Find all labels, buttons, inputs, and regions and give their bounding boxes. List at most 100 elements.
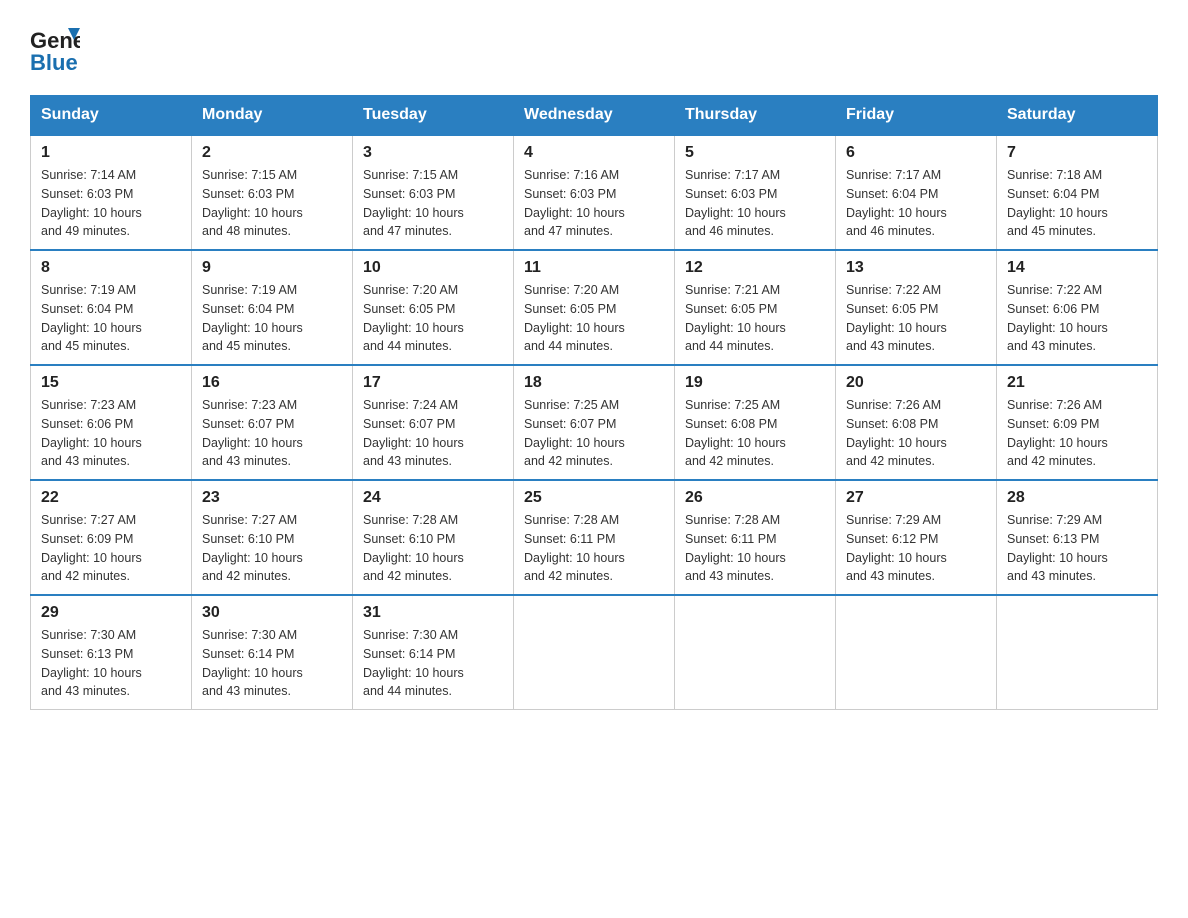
day-header-sunday: Sunday — [31, 96, 192, 136]
day-header-wednesday: Wednesday — [514, 96, 675, 136]
day-number: 20 — [846, 374, 986, 392]
day-number: 26 — [685, 489, 825, 507]
calendar-week-row: 1Sunrise: 7:14 AMSunset: 6:03 PMDaylight… — [31, 135, 1158, 250]
calendar-cell — [675, 595, 836, 710]
calendar-cell: 18 Sunrise: 7:25 AMSunset: 6:07 PMDayligh… — [514, 365, 675, 480]
day-number: 16 — [202, 374, 342, 392]
day-number: 15 — [41, 374, 181, 392]
day-number: 30 — [202, 604, 342, 622]
calendar-cell: 17 Sunrise: 7:24 AMSunset: 6:07 PMDayligh… — [353, 365, 514, 480]
logo-icon: General Blue — [30, 20, 80, 75]
calendar-cell: 6 Sunrise: 7:17 AMSunset: 6:04 PMDaylight… — [836, 135, 997, 250]
day-info: Sunrise: 7:28 AMSunset: 6:10 PMDaylight:… — [363, 511, 503, 586]
day-info: Sunrise: 7:19 AMSunset: 6:04 PMDaylight:… — [41, 281, 181, 356]
day-number: 11 — [524, 259, 664, 277]
day-number: 4 — [524, 144, 664, 162]
calendar-table: SundayMondayTuesdayWednesdayThursdayFrid… — [30, 95, 1158, 710]
day-info: Sunrise: 7:17 AMSunset: 6:03 PMDaylight:… — [685, 166, 825, 241]
calendar-cell: 19Sunrise: 7:25 AMSunset: 6:08 PMDayligh… — [675, 365, 836, 480]
calendar-cell: 27Sunrise: 7:29 AMSunset: 6:12 PMDayligh… — [836, 480, 997, 595]
day-number: 14 — [1007, 259, 1147, 277]
calendar-week-row: 29 Sunrise: 7:30 AMSunset: 6:13 PMDayligh… — [31, 595, 1158, 710]
day-info: Sunrise: 7:29 AMSunset: 6:13 PMDaylight:… — [1007, 511, 1147, 586]
calendar-cell: 21Sunrise: 7:26 AMSunset: 6:09 PMDayligh… — [997, 365, 1158, 480]
day-info: Sunrise: 7:25 AMSunset: 6:07 PMDaylight:… — [524, 396, 664, 471]
logo: General Blue — [30, 20, 84, 75]
day-header-thursday: Thursday — [675, 96, 836, 136]
day-number: 28 — [1007, 489, 1147, 507]
day-info: Sunrise: 7:30 AMSunset: 6:14 PMDaylight:… — [363, 626, 503, 701]
day-info: Sunrise: 7:25 AMSunset: 6:08 PMDaylight:… — [685, 396, 825, 471]
day-info: Sunrise: 7:27 AMSunset: 6:10 PMDaylight:… — [202, 511, 342, 586]
day-number: 12 — [685, 259, 825, 277]
day-number: 8 — [41, 259, 181, 277]
calendar-week-row: 15 Sunrise: 7:23 AMSunset: 6:06 PMDayligh… — [31, 365, 1158, 480]
day-number: 13 — [846, 259, 986, 277]
calendar-cell: 8 Sunrise: 7:19 AMSunset: 6:04 PMDaylight… — [31, 250, 192, 365]
day-info: Sunrise: 7:16 AMSunset: 6:03 PMDaylight:… — [524, 166, 664, 241]
calendar-cell: 9 Sunrise: 7:19 AMSunset: 6:04 PMDaylight… — [192, 250, 353, 365]
calendar-cell: 12 Sunrise: 7:21 AMSunset: 6:05 PMDayligh… — [675, 250, 836, 365]
day-info: Sunrise: 7:15 AMSunset: 6:03 PMDaylight:… — [202, 166, 342, 241]
day-number: 3 — [363, 144, 503, 162]
day-info: Sunrise: 7:14 AMSunset: 6:03 PMDaylight:… — [41, 166, 181, 241]
calendar-cell: 5 Sunrise: 7:17 AMSunset: 6:03 PMDaylight… — [675, 135, 836, 250]
calendar-cell: 1Sunrise: 7:14 AMSunset: 6:03 PMDaylight… — [31, 135, 192, 250]
day-number: 5 — [685, 144, 825, 162]
day-number: 18 — [524, 374, 664, 392]
day-info: Sunrise: 7:15 AMSunset: 6:03 PMDaylight:… — [363, 166, 503, 241]
calendar-cell: 23Sunrise: 7:27 AMSunset: 6:10 PMDayligh… — [192, 480, 353, 595]
calendar-cell: 26Sunrise: 7:28 AMSunset: 6:11 PMDayligh… — [675, 480, 836, 595]
day-info: Sunrise: 7:17 AMSunset: 6:04 PMDaylight:… — [846, 166, 986, 241]
calendar-cell: 14 Sunrise: 7:22 AMSunset: 6:06 PMDayligh… — [997, 250, 1158, 365]
calendar-cell: 4 Sunrise: 7:16 AMSunset: 6:03 PMDaylight… — [514, 135, 675, 250]
day-info: Sunrise: 7:20 AMSunset: 6:05 PMDaylight:… — [363, 281, 503, 356]
day-info: Sunrise: 7:22 AMSunset: 6:06 PMDaylight:… — [1007, 281, 1147, 356]
calendar-cell: 20 Sunrise: 7:26 AMSunset: 6:08 PMDayligh… — [836, 365, 997, 480]
day-info: Sunrise: 7:24 AMSunset: 6:07 PMDaylight:… — [363, 396, 503, 471]
calendar-cell: 31 Sunrise: 7:30 AMSunset: 6:14 PMDayligh… — [353, 595, 514, 710]
day-header-tuesday: Tuesday — [353, 96, 514, 136]
calendar-cell: 30 Sunrise: 7:30 AMSunset: 6:14 PMDayligh… — [192, 595, 353, 710]
day-number: 24 — [363, 489, 503, 507]
svg-text:Blue: Blue — [30, 50, 78, 75]
day-info: Sunrise: 7:29 AMSunset: 6:12 PMDaylight:… — [846, 511, 986, 586]
day-info: Sunrise: 7:30 AMSunset: 6:14 PMDaylight:… — [202, 626, 342, 701]
calendar-cell — [836, 595, 997, 710]
calendar-cell: 28 Sunrise: 7:29 AMSunset: 6:13 PMDayligh… — [997, 480, 1158, 595]
day-info: Sunrise: 7:21 AMSunset: 6:05 PMDaylight:… — [685, 281, 825, 356]
day-info: Sunrise: 7:18 AMSunset: 6:04 PMDaylight:… — [1007, 166, 1147, 241]
calendar-week-row: 22 Sunrise: 7:27 AMSunset: 6:09 PMDayligh… — [31, 480, 1158, 595]
day-info: Sunrise: 7:22 AMSunset: 6:05 PMDaylight:… — [846, 281, 986, 356]
calendar-cell: 24 Sunrise: 7:28 AMSunset: 6:10 PMDayligh… — [353, 480, 514, 595]
day-header-friday: Friday — [836, 96, 997, 136]
day-number: 31 — [363, 604, 503, 622]
day-header-monday: Monday — [192, 96, 353, 136]
day-info: Sunrise: 7:23 AMSunset: 6:07 PMDaylight:… — [202, 396, 342, 471]
day-number: 25 — [524, 489, 664, 507]
page-header: General Blue — [30, 20, 1158, 75]
day-info: Sunrise: 7:26 AMSunset: 6:08 PMDaylight:… — [846, 396, 986, 471]
day-number: 29 — [41, 604, 181, 622]
calendar-week-row: 8 Sunrise: 7:19 AMSunset: 6:04 PMDaylight… — [31, 250, 1158, 365]
calendar-cell — [514, 595, 675, 710]
calendar-cell: 13 Sunrise: 7:22 AMSunset: 6:05 PMDayligh… — [836, 250, 997, 365]
calendar-cell: 2 Sunrise: 7:15 AMSunset: 6:03 PMDaylight… — [192, 135, 353, 250]
day-number: 2 — [202, 144, 342, 162]
day-info: Sunrise: 7:23 AMSunset: 6:06 PMDaylight:… — [41, 396, 181, 471]
calendar-cell: 11 Sunrise: 7:20 AMSunset: 6:05 PMDayligh… — [514, 250, 675, 365]
day-info: Sunrise: 7:19 AMSunset: 6:04 PMDaylight:… — [202, 281, 342, 356]
day-info: Sunrise: 7:20 AMSunset: 6:05 PMDaylight:… — [524, 281, 664, 356]
day-number: 6 — [846, 144, 986, 162]
day-info: Sunrise: 7:26 AMSunset: 6:09 PMDaylight:… — [1007, 396, 1147, 471]
calendar-cell: 22 Sunrise: 7:27 AMSunset: 6:09 PMDayligh… — [31, 480, 192, 595]
day-info: Sunrise: 7:30 AMSunset: 6:13 PMDaylight:… — [41, 626, 181, 701]
calendar-header-row: SundayMondayTuesdayWednesdayThursdayFrid… — [31, 96, 1158, 136]
calendar-cell: 16 Sunrise: 7:23 AMSunset: 6:07 PMDayligh… — [192, 365, 353, 480]
day-number: 10 — [363, 259, 503, 277]
calendar-cell: 10 Sunrise: 7:20 AMSunset: 6:05 PMDayligh… — [353, 250, 514, 365]
day-info: Sunrise: 7:27 AMSunset: 6:09 PMDaylight:… — [41, 511, 181, 586]
day-number: 9 — [202, 259, 342, 277]
day-number: 22 — [41, 489, 181, 507]
day-number: 17 — [363, 374, 503, 392]
